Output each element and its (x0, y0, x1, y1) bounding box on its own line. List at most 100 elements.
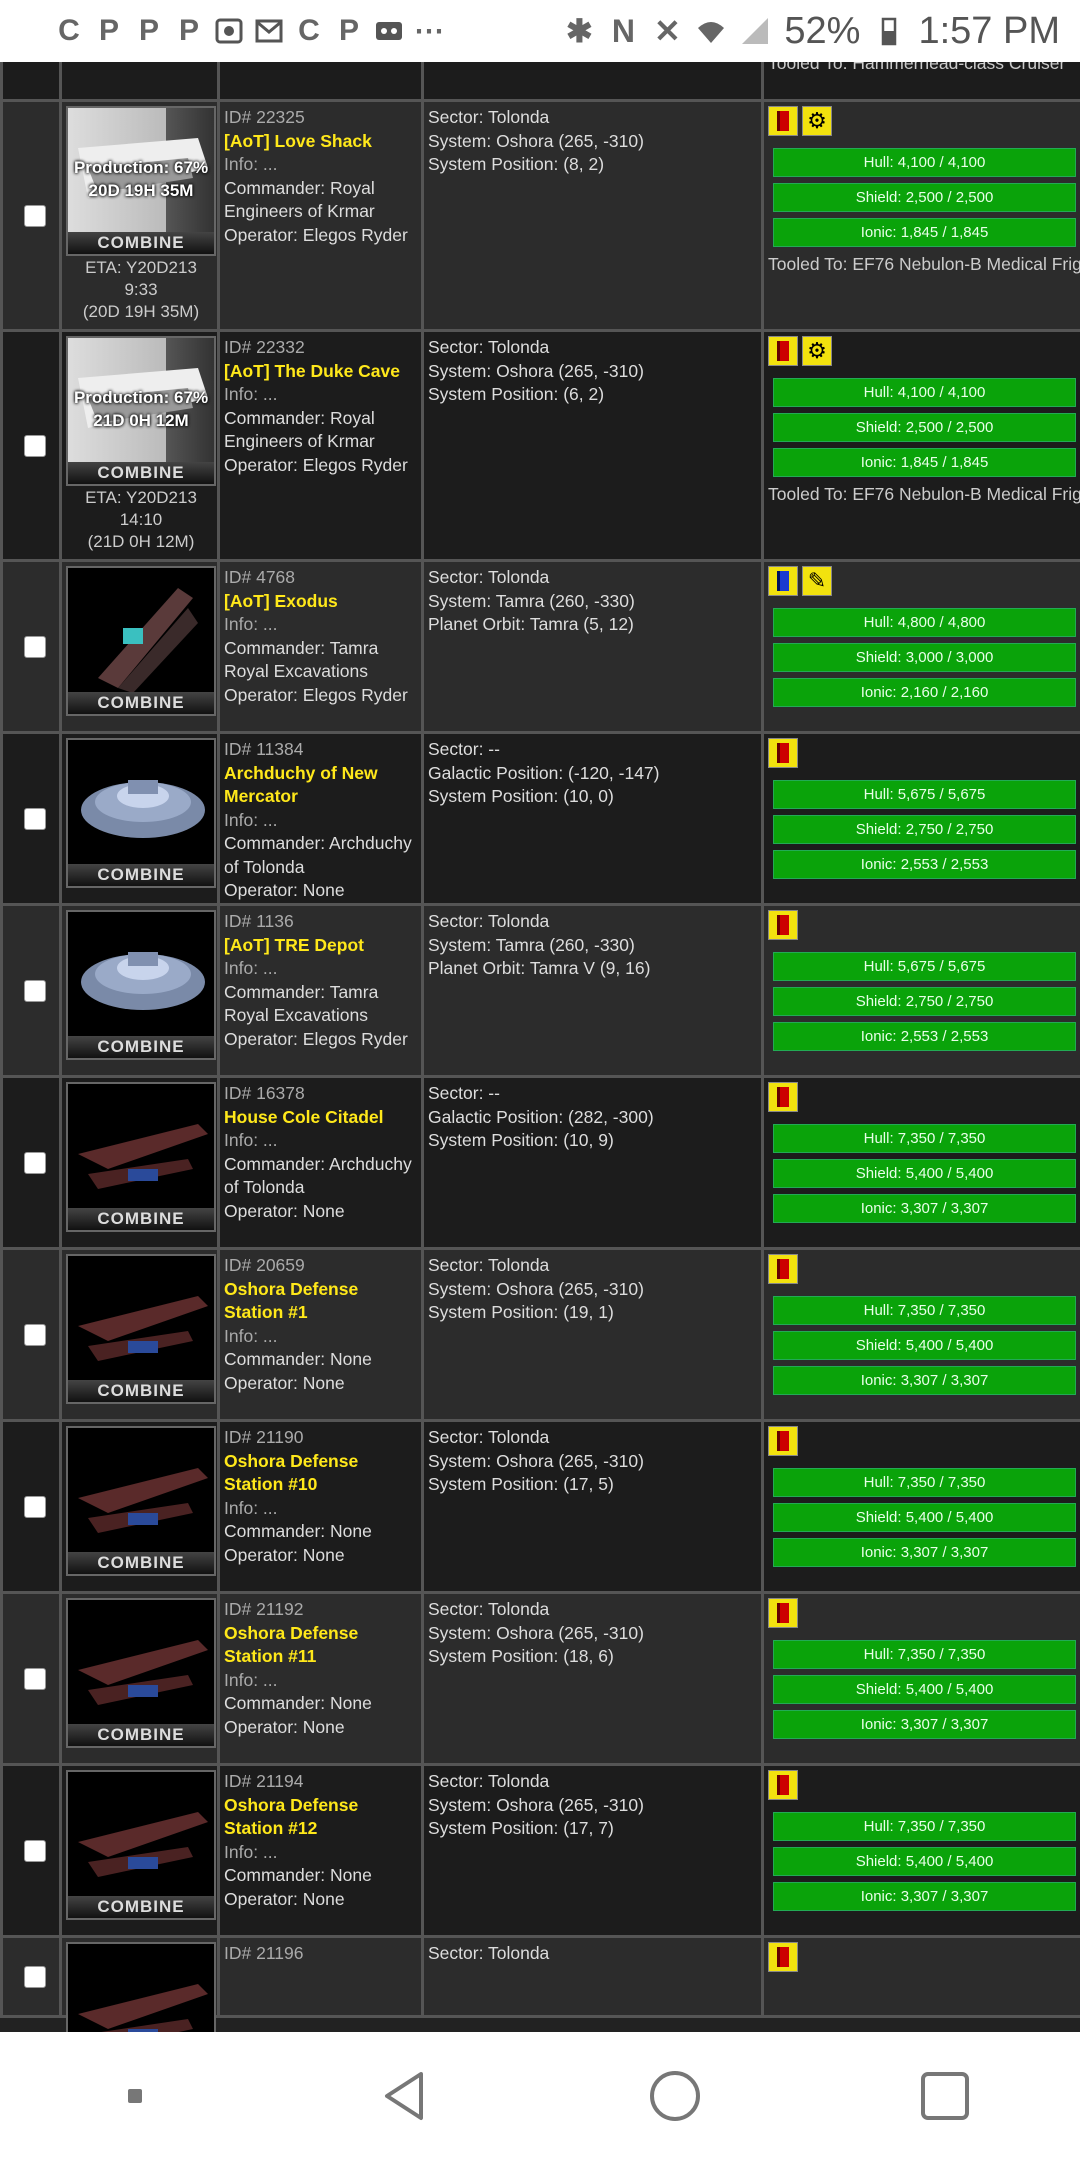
select-checkbox[interactable] (24, 1965, 46, 1988)
door-icon[interactable] (768, 566, 798, 596)
back-icon[interactable] (365, 2056, 445, 2136)
select-checkbox[interactable] (24, 204, 46, 227)
ship-thumbnail[interactable]: Production: 67% 21D 0H 12M COMBINE (66, 336, 216, 486)
ship-thumbnail[interactable]: COMBINE (66, 1426, 216, 1576)
production-line: Production: 67% (73, 158, 209, 177)
gear-icon[interactable]: ⚙ (802, 106, 832, 136)
location-line: Sector: Tolonda (428, 1255, 550, 1275)
tooled-to-text: Tooled To: EF76 Nebulon-B Medical Frigat… (768, 484, 1080, 504)
ship-thumbnail[interactable]: COMBINE (66, 1770, 216, 1920)
select-checkbox[interactable] (24, 1667, 46, 1690)
door-icon[interactable] (768, 1598, 798, 1628)
ship-thumbnail[interactable]: COMBINE (66, 1598, 216, 1748)
location-line: System Position: (18, 6) (428, 1646, 614, 1666)
info-line: Operator: None (224, 1372, 345, 1393)
door-icon[interactable] (768, 738, 798, 768)
unit-name-link[interactable]: Oshora Defense Station #12 (224, 1794, 417, 1841)
door-icon[interactable] (768, 1254, 798, 1284)
table-row: COMBINE ID# 4768 [AoT] Exodus Info: ... Comm… (0, 562, 1080, 734)
status-badges (768, 1770, 1076, 1802)
ship-image (78, 1468, 208, 1533)
recent-dot-icon[interactable] (95, 2056, 175, 2136)
door-icon[interactable] (768, 1082, 798, 1112)
door-icon[interactable] (768, 910, 798, 940)
info-line: Info: ... (224, 1497, 278, 1518)
info-line: Royal Excavations (224, 1005, 368, 1025)
shield-bar: Shield: 5,400 / 5,400 (773, 1503, 1076, 1532)
unit-name-link[interactable]: [AoT] Love Shack (224, 130, 417, 154)
location-line: Sector: Tolonda (428, 337, 550, 357)
ship-thumbnail[interactable]: COMBINE (66, 910, 216, 1060)
location-line: Galactic Position: (-120, -147) (428, 762, 660, 783)
select-checkbox[interactable] (24, 434, 46, 457)
gear-icon[interactable]: ⚙ (802, 336, 832, 366)
location-line: System: Oshora (265, -310) (428, 1794, 644, 1815)
unit-id: ID# 22332 (224, 337, 305, 357)
production-line: 20D 19H 35M (88, 181, 194, 200)
content-viewport[interactable]: COMBINEETA: Y20D2316:02(38D 16H 04M)Engi… (0, 62, 1080, 2032)
select-checkbox[interactable] (24, 807, 46, 830)
ship-image (98, 588, 198, 693)
ionic-bar: Ionic: 2,553 / 2,553 (773, 850, 1076, 879)
combine-label: COMBINE (68, 1552, 214, 1574)
door-icon[interactable] (768, 1426, 798, 1456)
unit-table: COMBINEETA: Y20D2316:02(38D 16H 04M)Engi… (0, 62, 1080, 2032)
table-row: COMBINE ID# 21192 Oshora Defense Station #… (0, 1594, 1080, 1766)
door-icon[interactable] (768, 336, 798, 366)
combine-label: COMBINE (68, 1724, 214, 1746)
select-checkbox[interactable] (24, 1323, 46, 1346)
unit-name-link[interactable]: Archduchy of New Mercator (224, 762, 417, 809)
checkbox-cell (0, 1594, 62, 1763)
eta-text: ETA: Y20D213 9:33 (20D 19H 35M) (62, 257, 220, 323)
voicemail-icon (374, 16, 404, 46)
shield-bar: Shield: 5,400 / 5,400 (773, 1675, 1076, 1704)
ship-thumbnail[interactable]: COMBINE (66, 1942, 216, 2032)
unit-name-link[interactable]: Oshora Defense Station #10 (224, 1450, 417, 1497)
info-line: Operator: None (224, 1544, 345, 1565)
door-icon[interactable] (768, 106, 798, 136)
eta-line: ETA: Y20D213 (85, 488, 197, 507)
combine-label: COMBINE (68, 1380, 214, 1402)
select-checkbox[interactable] (24, 1151, 46, 1174)
cast-icon: C (298, 14, 320, 47)
ship-thumbnail[interactable]: COMBINE (66, 1254, 216, 1404)
status-cell (764, 1938, 1080, 2015)
select-checkbox[interactable] (24, 635, 46, 658)
unit-name-link[interactable]: [AoT] Exodus (224, 590, 417, 614)
unit-name-link[interactable]: [AoT] TRE Depot (224, 934, 417, 958)
select-checkbox[interactable] (24, 1495, 46, 1518)
table-row: COMBINE ID# 16378 House Cole Citadel Info: … (0, 1078, 1080, 1250)
door-icon[interactable] (768, 1770, 798, 1800)
select-checkbox[interactable] (24, 1839, 46, 1862)
ship-thumbnail[interactable]: COMBINE (66, 1082, 216, 1232)
eta-line: (20D 19H 35M) (82, 302, 200, 321)
ship-thumbnail[interactable]: COMBINE (66, 738, 216, 888)
location-line: System: Oshora (265, -310) (428, 1622, 644, 1643)
playstation-icon: P (178, 14, 199, 47)
unit-name-link[interactable]: Oshora Defense Station #1 (224, 1278, 417, 1325)
status-cell: Hull: 7,350 / 7,350 Shield: 5,400 / 5,400… (764, 1422, 1080, 1591)
door-icon[interactable] (768, 1942, 798, 1972)
door-shape (777, 1087, 789, 1107)
unit-name-link[interactable]: Oshora Defense Station #11 (224, 1622, 417, 1669)
unit-name-link[interactable]: House Cole Citadel (224, 1106, 417, 1130)
ship-thumbnail[interactable]: Production: 67% 20D 19H 35M COMBINE (66, 106, 216, 256)
location-line: Sector: Tolonda (428, 1599, 550, 1619)
unit-name-link[interactable]: [AoT] The Duke Cave (224, 360, 417, 384)
overview-icon[interactable] (905, 2056, 985, 2136)
door-shape (777, 915, 789, 935)
door-shape (777, 111, 789, 131)
location-cell: Sector: Tolonda System: Oshora (265, -310… (424, 1422, 764, 1591)
tooled-to-text: Tooled To: EF76 Nebulon-B Medical Frigat… (768, 254, 1080, 274)
shield-bar: Shield: 2,750 / 2,750 (773, 987, 1076, 1016)
location-line: System Position: (17, 7) (428, 1818, 614, 1838)
select-checkbox[interactable] (24, 979, 46, 1002)
location-cell: Sector: Tolonda System: Tamra (260, -330)… (424, 906, 764, 1075)
unit-id: ID# 11384 (224, 739, 304, 759)
location-line: Sector: Tolonda (428, 911, 550, 931)
info-line: Commander: None (224, 1865, 372, 1885)
pencil-icon[interactable]: ✎ (802, 566, 832, 596)
status-cell: ✎ Hull: 4,800 / 4,800 Shield: 3,000 / 3,00… (764, 562, 1080, 731)
ship-thumbnail[interactable]: COMBINE (66, 566, 216, 716)
home-icon[interactable] (635, 2056, 715, 2136)
